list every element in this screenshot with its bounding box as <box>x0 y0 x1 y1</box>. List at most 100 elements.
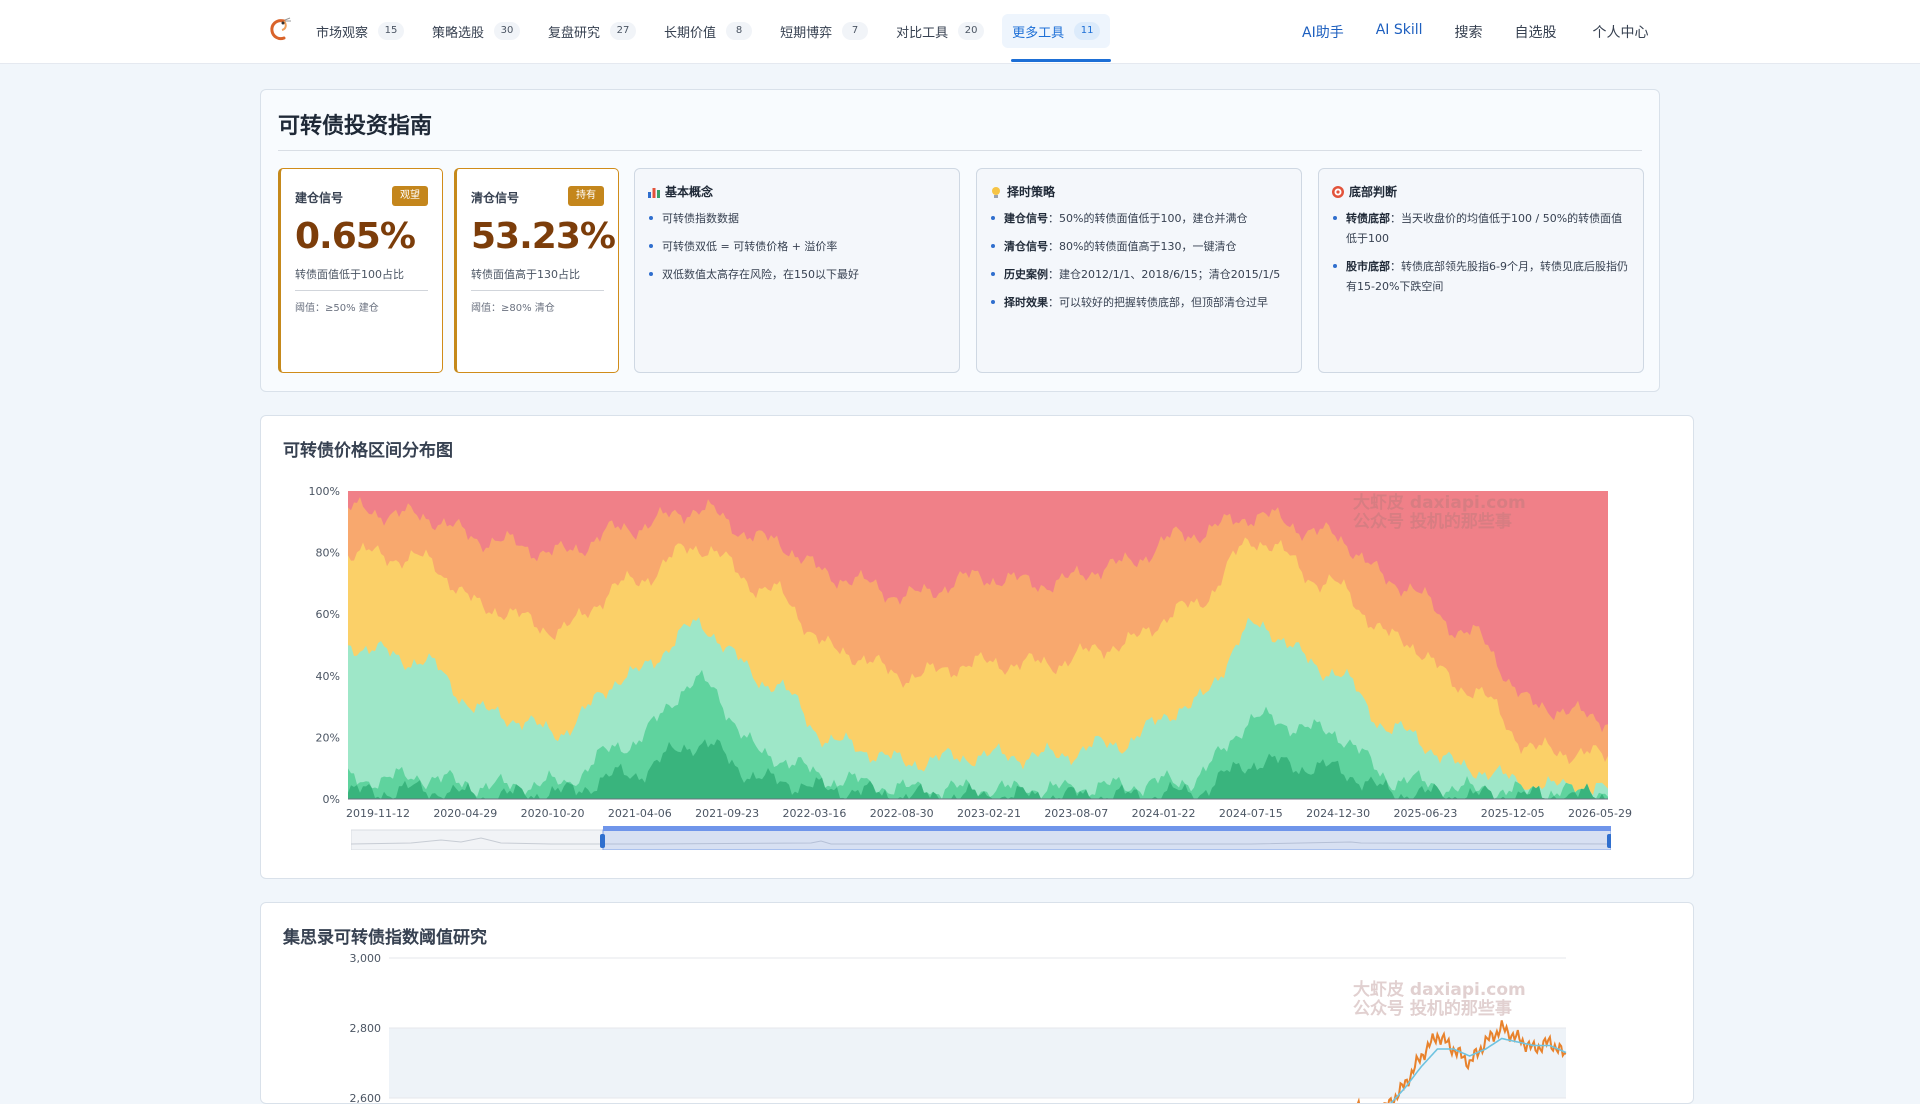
nav-tab-shortterm[interactable]: 短期博弈 7 <box>770 14 878 48</box>
nav-tab-label: 短期博弈 <box>780 22 832 41</box>
strategy-list: 建仓信号：50%的转债面值低于100，建仓并满仓 清仓信号：80%的转债面值高于… <box>989 209 1287 321</box>
watermark: 大虾皮 daxiapi.com公众号 投机的那些事 <box>1353 981 1526 1019</box>
nav-tab-count: 15 <box>378 22 404 40</box>
x-tick-label: 2024-01-22 <box>1132 807 1196 820</box>
nav-tab-label: 更多工具 <box>1012 22 1064 41</box>
nav-tab-count: 27 <box>610 22 636 40</box>
nav-tab-market[interactable]: 市场观察15 <box>306 14 414 48</box>
nav-tab-count: 7 <box>842 22 868 40</box>
item-text: ：可以较好的把握转债底部，但顶部清仓过早 <box>1048 296 1268 309</box>
user-center-link[interactable]: 个人中心 <box>1593 22 1649 42</box>
nav-tab-compare[interactable]: 对比工具 20 <box>886 14 994 48</box>
x-tick-label: 2022-03-16 <box>782 807 846 820</box>
buy-signal-card: 建仓信号 观望 0.65% 转债面值低于100占比 阈值：≥50% 建仓 <box>278 168 443 373</box>
list-item: 建仓信号：50%的转债面值低于100，建仓并满仓 <box>989 209 1287 229</box>
page-title: 可转债投资指南 <box>278 108 432 140</box>
y-tick-label: 0% <box>323 793 340 806</box>
nav-tab-longterm[interactable]: 长期价值 8 <box>654 14 762 48</box>
x-tick-label: 2023-08-07 <box>1044 807 1108 820</box>
y-tick-label: 2,800 <box>350 1022 382 1035</box>
y-tick-label: 60% <box>316 608 340 621</box>
bottom-judgement-panel: 底部判断 转债底部：当天收盘价的均值低于100 / 50%的转债面值低于100 … <box>1318 168 1644 373</box>
list-item: 股市底部：转债底部领先股指6-9个月，转债见底后股指仍有15-20%下跌空间 <box>1331 257 1629 297</box>
list-item: 清仓信号：80%的转债面值高于130，一键清仓 <box>989 237 1287 257</box>
x-tick-label: 2025-06-23 <box>1393 807 1457 820</box>
nav-tab-count: 30 <box>494 22 520 40</box>
top-navbar: 市场观察15 策略选股30 复盘研究27 长期价值8 短期博弈7 对比工具20 … <box>0 0 1920 64</box>
y-tick-label: 20% <box>316 731 340 744</box>
x-tick-label: 2025-12-05 <box>1481 807 1545 820</box>
nav-tab-count: 8 <box>726 22 752 40</box>
x-tick-label: 2026-05-29 <box>1568 807 1632 820</box>
index-threshold-card: 集思录可转债指数阈值研究 3,0002,8002,600 大虾皮 daxiapi… <box>260 902 1694 1104</box>
nav-tab-label: 对比工具 <box>896 22 948 41</box>
slider-left-handle[interactable] <box>600 834 605 848</box>
nav-tab-label: 复盘研究 <box>548 22 600 41</box>
slider-selected-range[interactable] <box>603 830 1611 850</box>
signal-threshold: 阈值：≥80% 清仓 <box>471 299 555 314</box>
y-tick-label: 3,000 <box>350 952 382 965</box>
divider <box>295 290 428 291</box>
ai-assistant-link[interactable]: AI助手 <box>1302 22 1344 42</box>
slider-handle-bar[interactable] <box>603 826 1611 831</box>
item-key: 历史案例 <box>1004 268 1048 281</box>
y-tick-label: 100% <box>309 485 340 498</box>
nav-tab-strategy[interactable]: 策略选股 30 <box>422 14 530 48</box>
x-tick-label: 2024-07-15 <box>1219 807 1283 820</box>
nav-tab-label: 长期价值 <box>664 22 716 41</box>
divider <box>471 290 604 291</box>
timing-strategy-panel: 择时策略 建仓信号：50%的转债面值低于100，建仓并满仓 清仓信号：80%的转… <box>976 168 1302 373</box>
signal-label: 清仓信号 <box>471 189 519 206</box>
list-item: 转债底部：当天收盘价的均值低于100 / 50%的转债面值低于100 <box>1331 209 1629 249</box>
panel-title-text: 基本概念 <box>665 183 713 200</box>
nav-tab-label: 策略选股 <box>432 22 484 41</box>
bottom-list: 转债底部：当天收盘价的均值低于100 / 50%的转债面值低于100 股市底部：… <box>1331 209 1629 305</box>
x-tick-label: 2024-12-30 <box>1306 807 1370 820</box>
datazoom-slider[interactable] <box>351 826 1611 850</box>
list-item: 历史案例：建仓2012/1/1、2018/6/15；清仓2015/1/5 <box>989 265 1287 285</box>
convertible-bond-guide-card: 可转债投资指南 建仓信号 观望 0.65% 转债面值低于100占比 阈值：≥50… <box>260 89 1660 392</box>
list-item: 择时效果：可以较好的把握转债底部，但顶部清仓过早 <box>989 293 1287 313</box>
nav-tab-count: 11 <box>1074 22 1100 40</box>
signal-description: 转债面值低于100占比 <box>295 266 404 282</box>
item-key: 转债底部 <box>1346 212 1390 225</box>
x-tick-label: 2020-04-29 <box>433 807 497 820</box>
sell-signal-card: 清仓信号 持有 53.23% 转债面值高于130占比 阈值：≥80% 清仓 <box>454 168 619 373</box>
search-link[interactable]: 搜索 <box>1455 22 1483 42</box>
panel-title: 择时策略 <box>989 183 1055 200</box>
item-text: ：80%的转债面值高于130，一键清仓 <box>1048 240 1236 253</box>
ai-skill-link[interactable]: AI Skill <box>1376 22 1423 42</box>
concept-list: 可转债指数数据 可转债双低 = 可转债价格 + 溢价率 双低数值太高存在风险，在… <box>647 209 945 293</box>
watchlist-link[interactable]: 自选股 <box>1515 22 1557 42</box>
slider-right-handle[interactable] <box>1607 834 1611 848</box>
signal-threshold: 阈值：≥50% 建仓 <box>295 299 379 314</box>
nav-tab-count: 20 <box>958 22 984 40</box>
watermark: 大虾皮 daxiapi.com公众号 投机的那些事 <box>1353 494 1526 532</box>
list-item: 可转债双低 = 可转债价格 + 溢价率 <box>647 237 945 257</box>
x-tick-label: 2019-11-12 <box>346 807 410 820</box>
basic-concept-panel: 基本概念 可转债指数数据 可转债双低 = 可转债价格 + 溢价率 双低数值太高存… <box>634 168 960 373</box>
shrimp-logo-icon[interactable] <box>266 17 292 43</box>
panel-title: 基本概念 <box>647 183 713 200</box>
target-icon <box>1331 185 1345 199</box>
x-tick-label: 2021-09-23 <box>695 807 759 820</box>
panel-title: 底部判断 <box>1331 183 1397 200</box>
watermark-line: 公众号 投机的那些事 <box>1353 1000 1526 1019</box>
list-item: 可转债指数数据 <box>647 209 945 229</box>
item-key: 股市底部 <box>1346 260 1390 273</box>
nav-tab-more-tools[interactable]: 更多工具 11 <box>1002 14 1110 48</box>
x-tick-label: 2021-04-06 <box>608 807 672 820</box>
list-item: 双低数值太高存在风险，在150以下最好 <box>647 265 945 285</box>
watermark-line: 大虾皮 daxiapi.com <box>1353 494 1526 513</box>
item-key: 建仓信号 <box>1004 212 1048 225</box>
nav-tab-review[interactable]: 复盘研究 27 <box>538 14 646 48</box>
x-tick-label: 2020-10-20 <box>521 807 585 820</box>
threshold-band <box>389 1028 1566 1098</box>
watermark-line: 公众号 投机的那些事 <box>1353 513 1526 532</box>
panel-title-text: 择时策略 <box>1007 183 1055 200</box>
bar-chart-icon <box>647 185 661 199</box>
nav-right-links: AI助手 AI Skill 搜索 自选股 个人中心 <box>1302 22 1649 42</box>
main-nav-tabs: 市场观察15 策略选股30 复盘研究27 长期价值8 短期博弈7 对比工具20 … <box>306 14 1110 48</box>
panel-title-text: 底部判断 <box>1349 183 1397 200</box>
x-tick-label: 2023-02-21 <box>957 807 1021 820</box>
